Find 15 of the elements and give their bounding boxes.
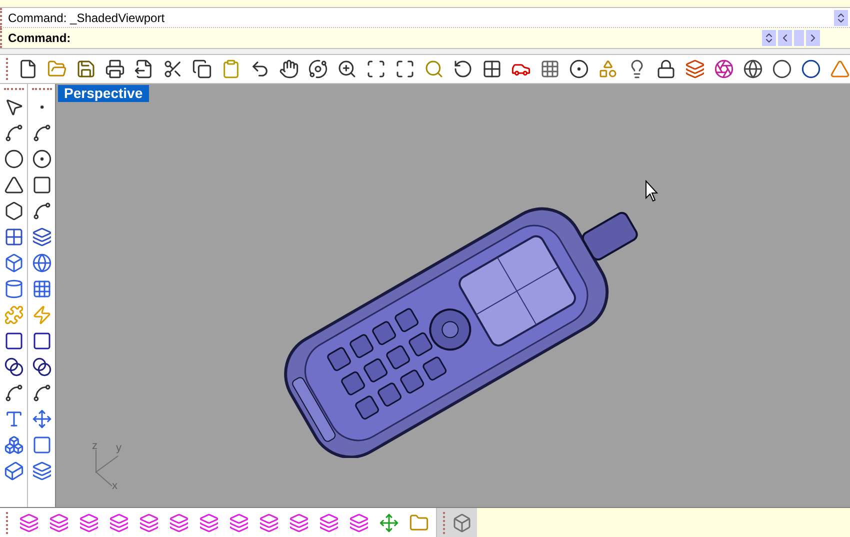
history-scroll-button[interactable] <box>834 10 848 26</box>
scroll-handle[interactable] <box>794 30 804 46</box>
up-down-icon <box>763 32 775 44</box>
y-axis-label: y <box>116 441 122 456</box>
viewport[interactable]: Perspective z y x <box>56 84 850 507</box>
next-button[interactable] <box>806 30 820 46</box>
command-history: Command: _ShadedViewport <box>8 10 166 26</box>
command-prompt: Command: <box>8 30 72 47</box>
x-axis-label: x <box>112 479 118 494</box>
previous-button[interactable] <box>778 30 792 46</box>
up-down-button[interactable] <box>762 30 776 46</box>
pointer-cursor-icon <box>645 180 659 202</box>
up-down-icon <box>835 12 847 24</box>
z-axis-label: z <box>92 439 98 454</box>
viewport-title-tab[interactable]: Perspective <box>58 85 149 102</box>
